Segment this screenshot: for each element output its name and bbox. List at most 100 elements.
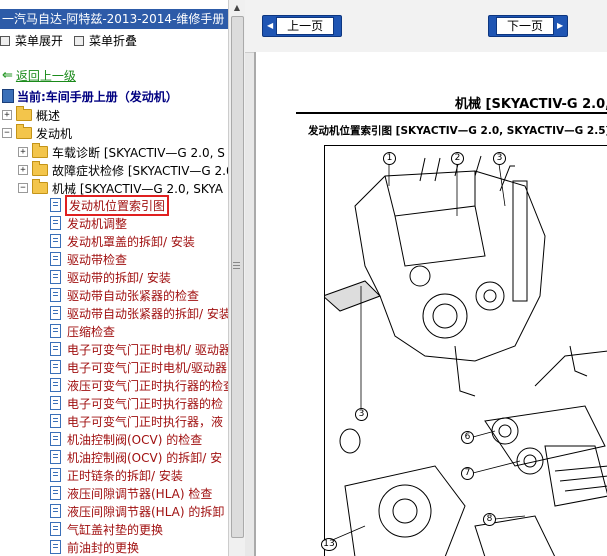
- document-icon: [50, 504, 61, 518]
- tree-leaf[interactable]: 驱动带自动张紧器的拆卸/ 安装: [50, 304, 228, 322]
- tree-leaf[interactable]: 机油控制阀(OCV) 的检查: [50, 430, 202, 448]
- tree-leaf-label: 压缩检查: [67, 324, 116, 339]
- tree-leaf-label: 机油控制阀(OCV) 的检查: [67, 432, 203, 447]
- scroll-up-icon[interactable]: ▲: [229, 0, 245, 16]
- back-link[interactable]: ⇐ 返回上一级: [2, 66, 76, 84]
- next-page-button[interactable]: 下一页 ▶: [488, 15, 569, 37]
- tree-leaf-label: 正时链条的拆卸/ 安装: [67, 468, 183, 483]
- tree-leaf-label: 液压间隙调节器(HLA) 检查: [67, 486, 213, 501]
- callout-7: 7: [461, 467, 474, 480]
- collapse-menu-button[interactable]: 菜单折叠: [74, 31, 137, 51]
- tree-leaf[interactable]: 发动机调整: [50, 214, 127, 232]
- next-page-label: 下一页: [496, 17, 555, 35]
- tree-leaf-label: 发动机罩盖的拆卸/ 安装: [67, 234, 195, 249]
- tree-leaf[interactable]: 驱动带检查: [50, 250, 127, 268]
- scrollbar-thumb[interactable]: [231, 16, 244, 538]
- document-icon: [50, 396, 61, 410]
- tree-leaf[interactable]: 机油控制阀(OCV) 的拆卸/ 安: [50, 448, 222, 466]
- heading-divider: [296, 112, 607, 114]
- callout-1: 1: [383, 152, 396, 165]
- expand-icon: [0, 36, 10, 46]
- document-icon: [50, 486, 61, 500]
- expand-toggle-icon[interactable]: +: [18, 147, 28, 157]
- document-icon: [50, 306, 61, 320]
- tree-leaf-label: 电子可变气门正时电机/ 驱动器: [67, 342, 228, 357]
- document-icon: [50, 540, 61, 554]
- tree-node-engine[interactable]: − 发动机: [2, 124, 72, 142]
- document-icon: [50, 414, 61, 428]
- right-arrow-icon: ▶: [557, 21, 564, 30]
- tree-leaf-label: 液压间隙调节器(HLA) 的拆卸: [67, 504, 225, 519]
- callout-6: 6: [461, 431, 474, 444]
- document-icon: [50, 378, 61, 392]
- prev-page-button[interactable]: ◀ 上一页: [262, 15, 343, 37]
- callout-2: 2: [451, 152, 464, 165]
- document-icon: [50, 288, 61, 302]
- tree-leaf-label: 机油控制阀(OCV) 的拆卸/ 安: [67, 450, 223, 465]
- engine-location-diagram: 1 2 3 3 6 7 8 13: [321, 145, 607, 556]
- tree-leaf[interactable]: 驱动带的拆卸/ 安装: [50, 268, 171, 286]
- tree-node-overview[interactable]: + 概述: [2, 106, 60, 124]
- folder-icon: [32, 143, 48, 158]
- tree-leaf[interactable]: 压缩检查: [50, 322, 115, 340]
- callout-8: 8: [483, 513, 496, 526]
- tree-leaf[interactable]: 液压间隙调节器(HLA) 的拆卸: [50, 502, 224, 520]
- folder-icon: [16, 106, 32, 121]
- window-title: 一汽马自达-阿特兹-2013-2014-维修手册: [0, 9, 228, 29]
- folder-open-icon: [16, 124, 32, 139]
- tree-node-label: 车载诊断 [SKYACTIV—G 2.0, S: [52, 145, 225, 160]
- tree-leaf[interactable]: 电子可变气门正时执行器的检: [50, 394, 223, 412]
- collapse-toggle-icon[interactable]: −: [2, 128, 12, 138]
- tree-leaf[interactable]: 液压可变气门正时执行器的检查: [50, 376, 228, 394]
- expand-toggle-icon[interactable]: +: [2, 110, 12, 120]
- document-icon: [50, 198, 61, 212]
- tree-leaf-label: 驱动带自动张紧器的检查: [67, 288, 200, 303]
- tree-leaf-label: 气缸盖衬垫的更换: [67, 522, 164, 537]
- tree-node-label: 故障症状检修 [SKYACTIV—G 2.0: [52, 163, 228, 178]
- document-icon: [50, 324, 61, 338]
- expand-menu-button[interactable]: 菜单展开: [0, 31, 63, 51]
- tree-leaf[interactable]: 电子可变气门正时电机/驱动器: [50, 358, 227, 376]
- document-icon: [50, 468, 61, 482]
- callout-13: 13: [321, 538, 337, 551]
- document-icon: [50, 450, 61, 464]
- tree-leaf[interactable]: 气缸盖衬垫的更换: [50, 520, 163, 538]
- document-icon: [50, 522, 61, 536]
- collapse-menu-label: 菜单折叠: [89, 34, 138, 48]
- document-icon: [50, 342, 61, 356]
- tree-leaf[interactable]: 电子可变气门正时电机/ 驱动器: [50, 340, 228, 358]
- left-arrow-icon: ◀: [267, 21, 274, 30]
- tree-leaf[interactable]: 发动机位置索引图: [50, 194, 170, 216]
- tree-leaf[interactable]: 电子可变气门正时执行器，液: [50, 412, 223, 430]
- expand-menu-label: 菜单展开: [15, 34, 64, 48]
- tree-leaf[interactable]: 正时链条的拆卸/ 安装: [50, 466, 183, 484]
- back-link-label: 返回上一级: [15, 68, 76, 83]
- page-subheading: 发动机位置索引图 [SKYACTIV—G 2.0, SKYACTIV—G 2.5…: [308, 125, 607, 137]
- current-location-label: 当前:车间手册上册（发动机）: [17, 89, 178, 104]
- tree-node-label: 概述: [36, 108, 61, 123]
- left-navigation-panel: 一汽马自达-阿特兹-2013-2014-维修手册 菜单展开 菜单折叠 ⇐ 返回上…: [0, 0, 228, 556]
- folder-open-icon: [32, 179, 48, 194]
- tree-leaf-label: 电子可变气门正时执行器，液: [67, 414, 224, 429]
- tree-leaf-label: 驱动带检查: [67, 252, 128, 267]
- expand-toggle-icon[interactable]: +: [18, 165, 28, 175]
- current-location: 当前:车间手册上册（发动机）: [2, 87, 178, 105]
- tree-scrollbar[interactable]: ▲: [228, 0, 245, 556]
- tree-node-label: 发动机: [36, 126, 73, 141]
- folder-icon: [32, 161, 48, 176]
- tree-leaf[interactable]: 前油封的更换: [50, 538, 139, 556]
- tree-node-troubleshooting[interactable]: + 故障症状检修 [SKYACTIV—G 2.0: [18, 161, 228, 179]
- manual-page: 机械 [SKYACTIV-G 2.0, S 发动机位置索引图 [SKYACTIV…: [256, 52, 607, 556]
- tree-leaf-label: 液压可变气门正时执行器的检查: [67, 378, 228, 393]
- tree-node-onboard-diagnosis[interactable]: + 车载诊断 [SKYACTIV—G 2.0, S: [18, 143, 225, 161]
- document-icon: [50, 234, 61, 248]
- collapse-toggle-icon[interactable]: −: [18, 183, 28, 193]
- tree-leaf-label: 电子可变气门正时电机/驱动器: [67, 360, 228, 375]
- tree-leaf-label: 驱动带自动张紧器的拆卸/ 安装: [67, 306, 228, 321]
- scrollbar-grip-icon: [233, 262, 240, 263]
- document-icon: [50, 252, 61, 266]
- tree-leaf[interactable]: 驱动带自动张紧器的检查: [50, 286, 199, 304]
- tree-leaf[interactable]: 发动机罩盖的拆卸/ 安装: [50, 232, 195, 250]
- tree-leaf[interactable]: 液压间隙调节器(HLA) 检查: [50, 484, 212, 502]
- tree-leaf-label-selected: 发动机位置索引图: [65, 194, 170, 216]
